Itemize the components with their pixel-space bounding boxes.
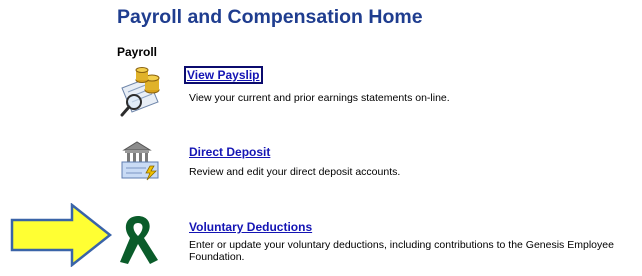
yellow-arrow-icon [10, 202, 114, 272]
green-ribbon-icon[interactable] [116, 212, 162, 266]
view-payslip-description: View your current and prior earnings sta… [189, 92, 450, 104]
payslip-icon[interactable] [118, 66, 166, 118]
page-title: Payroll and Compensation Home [117, 6, 423, 28]
bank-check-icon[interactable] [120, 138, 164, 182]
section-title-payroll: Payroll [117, 45, 158, 59]
view-payslip-link[interactable]: View Payslip [184, 66, 263, 84]
voluntary-deductions-link[interactable]: Voluntary Deductions [189, 220, 312, 234]
direct-deposit-link[interactable]: Direct Deposit [189, 145, 270, 159]
direct-deposit-description: Review and edit your direct deposit acco… [189, 166, 401, 178]
voluntary-deductions-description: Enter or update your voluntary deduction… [189, 239, 614, 263]
